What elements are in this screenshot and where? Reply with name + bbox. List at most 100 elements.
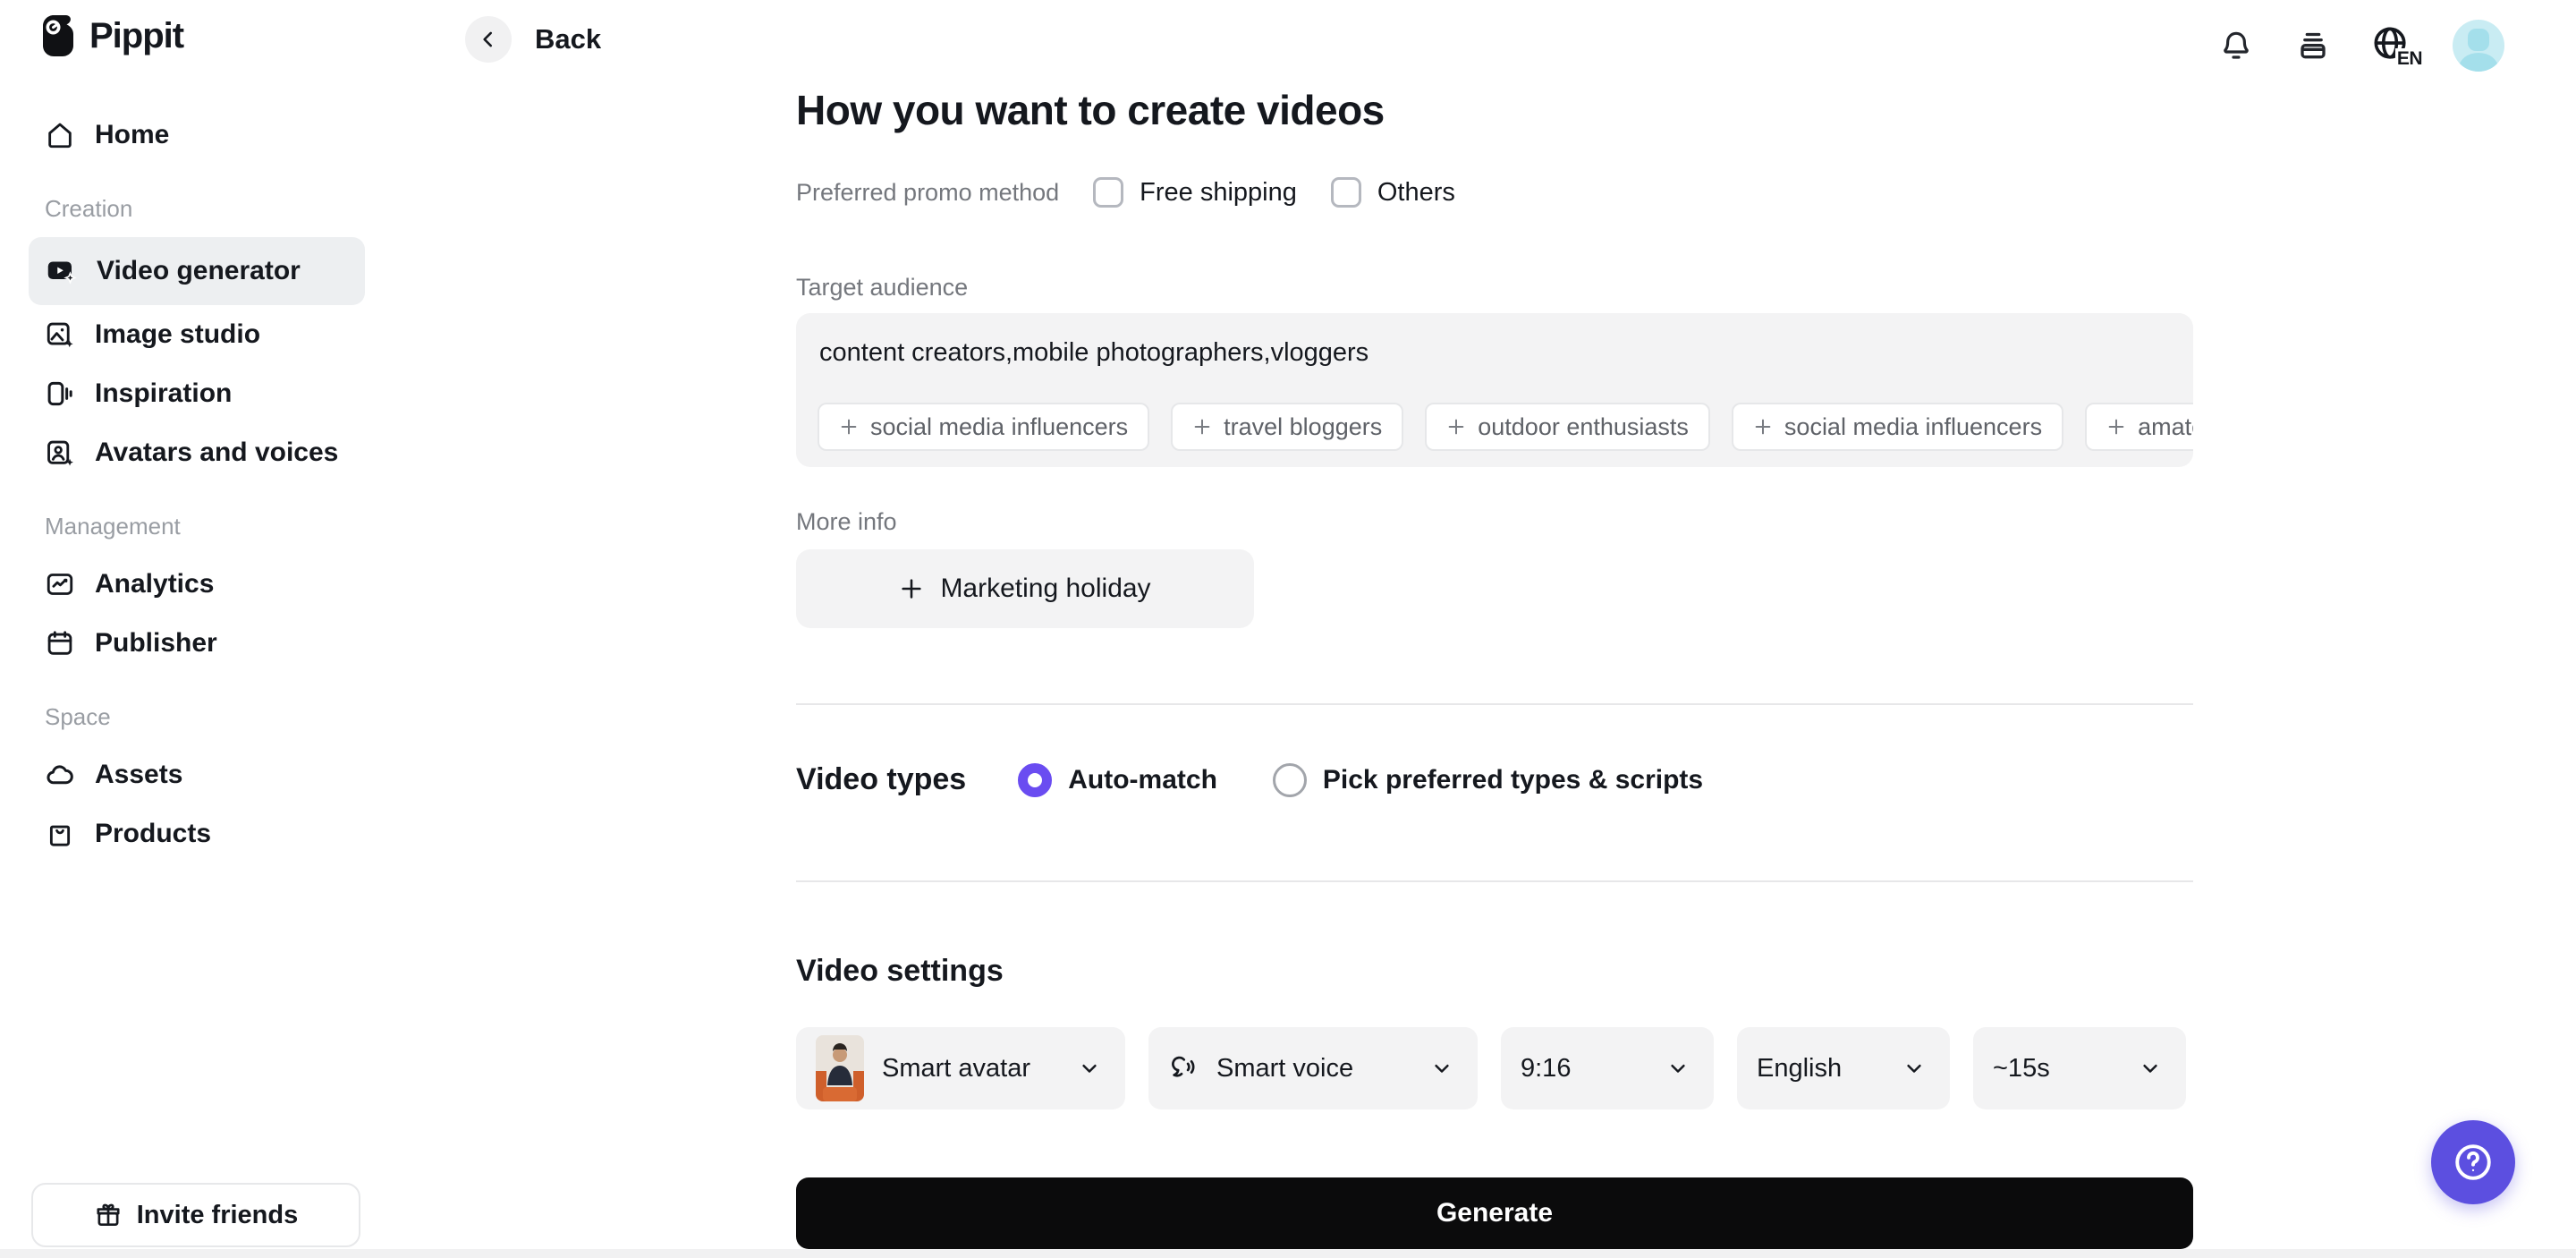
avatar-thumbnail: [816, 1035, 864, 1101]
plus-icon: [1194, 419, 1210, 435]
invite-friends-button[interactable]: Invite friends: [31, 1183, 360, 1247]
video-generator-icon: [45, 255, 77, 287]
sidebar-item-image-studio[interactable]: Image studio: [29, 305, 365, 364]
brand-name: Pippit: [89, 15, 184, 55]
language-dropdown[interactable]: English: [1737, 1027, 1950, 1109]
sidebar-section-management: Management: [45, 513, 181, 540]
sidebar-item-label: Inspiration: [95, 378, 233, 408]
sidebar-item-analytics[interactable]: Analytics: [29, 555, 365, 614]
products-bag-icon: [45, 819, 75, 849]
others-option[interactable]: Others: [1330, 177, 1455, 208]
smart-avatar-label: Smart avatar: [882, 1053, 1030, 1083]
pick-types-option[interactable]: Pick preferred types & scripts: [1272, 762, 1704, 797]
free-shipping-label: Free shipping: [1140, 177, 1297, 207]
sidebar: Home Creation Video generator Image stud…: [29, 106, 365, 863]
add-marketing-holiday-button[interactable]: Marketing holiday: [796, 549, 1254, 628]
sidebar-item-assets[interactable]: Assets: [29, 745, 365, 804]
language-value: English: [1757, 1053, 1843, 1083]
main-content: How you want to create videos Preferred …: [796, 0, 2193, 1258]
plus-icon: [902, 579, 922, 599]
language-code: EN: [2394, 48, 2423, 70]
sidebar-section-space: Space: [45, 703, 111, 730]
plus-icon: [841, 419, 857, 435]
inspiration-icon: [45, 378, 75, 409]
video-types-heading: Video types: [796, 762, 967, 796]
question-mark-icon: [2450, 1139, 2496, 1186]
more-info-label: More info: [796, 508, 897, 535]
suggestion-chip[interactable]: travel bloggers: [1171, 403, 1404, 451]
suggestion-chip[interactable]: social media influencers: [1731, 403, 2064, 451]
notification-bell-icon[interactable]: [2216, 26, 2256, 65]
topbar-icons: EN: [2216, 20, 2504, 72]
aspect-ratio-value: 9:16: [1521, 1053, 1572, 1083]
page-bottom-edge: [0, 1249, 2576, 1258]
plus-icon: [2108, 419, 2124, 435]
video-settings-row: Smart avatar Smart voice 9:16 English ~1…: [796, 1027, 2186, 1109]
chevron-down-icon: [1671, 1064, 1685, 1073]
page-title: How you want to create videos: [796, 87, 1385, 133]
sidebar-item-label: Image studio: [95, 319, 261, 349]
smart-voice-dropdown[interactable]: Smart voice: [1148, 1027, 1478, 1109]
sidebar-item-label: Products: [95, 819, 212, 848]
smart-avatar-dropdown[interactable]: Smart avatar: [796, 1027, 1125, 1109]
image-studio-icon: [45, 319, 75, 350]
sidebar-item-label: Publisher: [95, 628, 217, 658]
sidebar-item-video-generator[interactable]: Video generator: [29, 237, 365, 305]
smart-voice-label: Smart voice: [1216, 1053, 1354, 1083]
help-button[interactable]: [2431, 1120, 2515, 1204]
target-audience-value[interactable]: content creators,mobile photographers,vl…: [819, 338, 2170, 368]
promo-method-label: Preferred promo method: [796, 178, 1060, 206]
sidebar-item-avatars-voices[interactable]: Avatars and voices: [29, 423, 365, 482]
generate-label: Generate: [1436, 1198, 1554, 1228]
plus-icon: [1448, 419, 1464, 435]
target-audience-input[interactable]: content creators,mobile photographers,vl…: [796, 313, 2193, 467]
free-shipping-checkbox[interactable]: [1093, 177, 1124, 208]
video-types-row: Video types Auto-match Pick preferred ty…: [796, 762, 1703, 797]
auto-match-option[interactable]: Auto-match: [1018, 762, 1217, 797]
suggestion-chip[interactable]: social media influencers: [818, 403, 1150, 451]
avatars-icon: [45, 438, 75, 468]
voice-icon: [1168, 1053, 1199, 1084]
others-checkbox[interactable]: [1330, 177, 1361, 208]
suggestion-chip[interactable]: amateur filmmakers: [2085, 403, 2193, 451]
sidebar-section-creation: Creation: [45, 195, 133, 222]
sidebar-item-label: Avatars and voices: [95, 438, 339, 467]
sidebar-item-label: Home: [95, 120, 170, 149]
pick-types-radio[interactable]: [1272, 762, 1307, 797]
sidebar-item-inspiration[interactable]: Inspiration: [29, 364, 365, 423]
auto-match-radio[interactable]: [1018, 762, 1053, 797]
language-globe-icon[interactable]: EN: [2370, 23, 2423, 70]
generate-button[interactable]: Generate: [796, 1177, 2193, 1249]
chevron-down-icon: [1907, 1064, 1921, 1073]
sidebar-item-products[interactable]: Products: [29, 804, 365, 863]
sidebar-item-home[interactable]: Home: [29, 106, 365, 165]
sidebar-item-label: Assets: [95, 760, 183, 789]
back-button[interactable]: Back: [465, 16, 601, 63]
home-icon: [45, 120, 75, 150]
sidebar-item-label: Analytics: [95, 569, 215, 599]
user-avatar[interactable]: [2453, 20, 2504, 72]
audience-suggestions: social media influencers travel bloggers…: [818, 403, 2193, 451]
auto-match-label: Auto-match: [1068, 764, 1217, 795]
sidebar-item-label: Video generator: [97, 256, 301, 285]
duration-dropdown[interactable]: ~15s: [1973, 1027, 2186, 1109]
marketing-holiday-label: Marketing holiday: [940, 574, 1151, 603]
suggestion-chip[interactable]: outdoor enthusiasts: [1425, 403, 1710, 451]
free-shipping-option[interactable]: Free shipping: [1093, 177, 1297, 208]
aspect-ratio-dropdown[interactable]: 9:16: [1501, 1027, 1714, 1109]
section-divider: [796, 880, 2193, 882]
analytics-icon: [45, 569, 75, 599]
assets-cloud-icon: [45, 760, 75, 790]
duration-value: ~15s: [1993, 1053, 2050, 1083]
sidebar-item-publisher[interactable]: Publisher: [29, 614, 365, 673]
pick-types-label: Pick preferred types & scripts: [1322, 764, 1704, 795]
back-chevron-icon[interactable]: [465, 16, 512, 63]
orders-stack-icon[interactable]: [2293, 26, 2333, 65]
section-divider: [796, 703, 2193, 705]
pippit-logo-icon: [39, 14, 77, 57]
chevron-down-icon: [2143, 1064, 2157, 1073]
app-logo[interactable]: Pippit: [39, 14, 184, 57]
target-audience-label: Target audience: [796, 274, 969, 301]
gift-icon: [94, 1201, 123, 1229]
invite-friends-label: Invite friends: [136, 1200, 299, 1229]
